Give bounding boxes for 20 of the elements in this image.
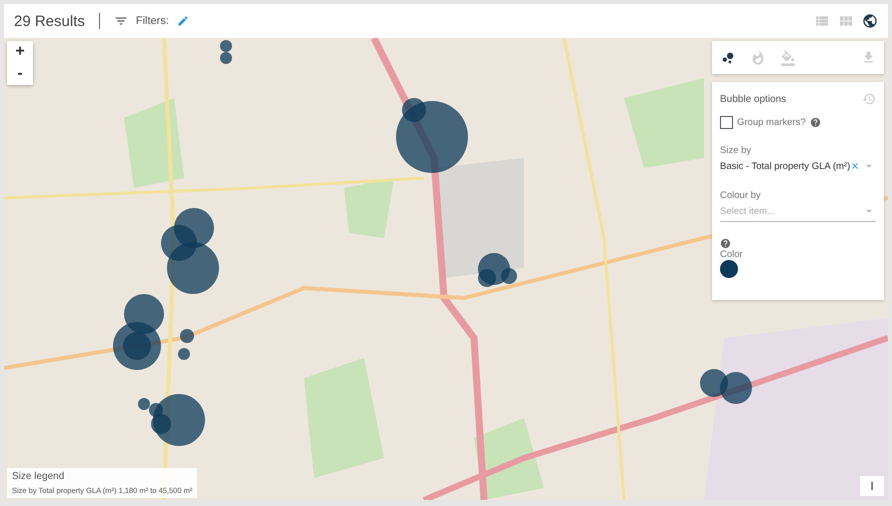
zoom-button[interactable]: -	[7, 63, 33, 85]
help-icon[interactable]	[720, 238, 731, 249]
zoom-button[interactable]: +	[7, 41, 33, 63]
help-icon[interactable]	[810, 117, 821, 128]
checkbox-label: Group markers?	[737, 117, 806, 128]
group-markers-checkbox[interactable]	[720, 116, 733, 129]
field-label: Size by	[720, 145, 752, 156]
edit-icon[interactable]	[176, 15, 189, 27]
legend-title: Size legend	[12, 471, 66, 482]
field-label: Colour by	[720, 190, 762, 201]
panel-title: Bubble options	[720, 94, 786, 104]
clear-icon[interactable]	[850, 161, 860, 171]
corner-button[interactable]: I	[860, 476, 884, 496]
bubbles-tab[interactable]	[720, 50, 736, 66]
filters-label: Filters:	[136, 15, 169, 27]
size-by-select[interactable]: Basic - Total property GLA (m²)	[720, 156, 876, 176]
color-swatch[interactable]	[720, 260, 738, 278]
color-label: Color	[720, 249, 744, 260]
globe-icon[interactable]	[862, 13, 878, 29]
results-count: 29 Results	[14, 12, 85, 30]
